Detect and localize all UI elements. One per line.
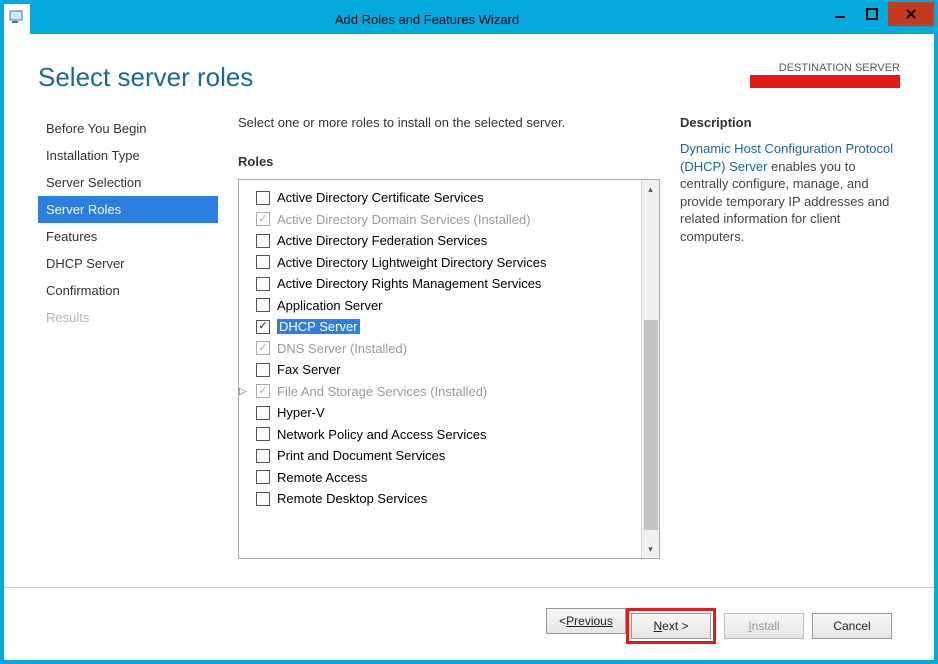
nav-features[interactable]: Features (38, 223, 218, 250)
wizard-content: Select server roles DESTINATION SERVER B… (4, 34, 934, 660)
checkbox-icon[interactable] (256, 492, 270, 506)
role-item-hyper-v[interactable]: Hyper-V (253, 403, 637, 422)
instruction-text: Select one or more roles to install on t… (238, 115, 660, 130)
role-item-remote-desktop-services[interactable]: Remote Desktop Services (253, 489, 637, 508)
window-buttons (824, 4, 934, 34)
expander-icon[interactable]: ▷ (239, 386, 247, 397)
app-icon-slot (4, 4, 30, 34)
role-item-fax-server[interactable]: Fax Server (253, 360, 637, 379)
checkbox-icon (256, 384, 270, 398)
checkbox-icon[interactable] (256, 320, 270, 334)
role-item-ad-domain-services: Active Directory Domain Services (Instal… (253, 210, 637, 229)
next-button-highlight: Next > (626, 608, 716, 644)
maximize-button[interactable] (856, 2, 888, 26)
role-item-dhcp-server[interactable]: DHCP Server (253, 317, 637, 336)
minimize-button[interactable] (824, 2, 856, 26)
checkbox-icon[interactable] (256, 191, 270, 205)
checkbox-icon[interactable] (256, 277, 270, 291)
nav-dhcp-server[interactable]: DHCP Server (38, 250, 218, 277)
description-heading: Description (680, 115, 900, 130)
checkbox-icon[interactable] (256, 406, 270, 420)
close-button[interactable] (888, 2, 934, 26)
wizard-window: Add Roles and Features Wizard Select ser… (0, 0, 938, 664)
checkbox-icon[interactable] (256, 234, 270, 248)
checkbox-icon[interactable] (256, 427, 270, 441)
description-column: Description Dynamic Host Configuration P… (680, 115, 900, 587)
checkbox-icon[interactable] (256, 298, 270, 312)
destination-server-label: DESTINATION SERVER (750, 62, 900, 74)
nav-before-you-begin[interactable]: Before You Begin (38, 115, 218, 142)
previous-button[interactable]: < Previous (546, 608, 626, 634)
role-item-ad-certificate-services[interactable]: Active Directory Certificate Services (253, 188, 637, 207)
checkbox-icon[interactable] (256, 363, 270, 377)
footer-separator (4, 587, 934, 588)
scrollbar[interactable]: ▴ ▾ (641, 180, 659, 558)
scroll-thumb[interactable] (644, 320, 658, 530)
role-item-ad-rights-management[interactable]: Active Directory Rights Management Servi… (253, 274, 637, 293)
destination-server-name-redacted (750, 75, 900, 88)
role-item-ad-lightweight-directory[interactable]: Active Directory Lightweight Directory S… (253, 253, 637, 272)
description-body: Dynamic Host Configuration Protocol (DHC… (680, 140, 900, 245)
window-title: Add Roles and Features Wizard (30, 12, 824, 27)
next-button[interactable]: Next > (631, 613, 711, 639)
checkbox-icon[interactable] (256, 449, 270, 463)
roles-column: Select one or more roles to install on t… (238, 115, 660, 587)
nav-server-selection[interactable]: Server Selection (38, 169, 218, 196)
role-item-remote-access[interactable]: Remote Access (253, 468, 637, 487)
nav-results: Results (38, 304, 218, 331)
page-title: Select server roles (38, 62, 253, 93)
role-item-print-document-services[interactable]: Print and Document Services (253, 446, 637, 465)
checkbox-icon (256, 212, 270, 226)
nav-button-group: < Previous Next > (546, 608, 716, 644)
roles-listbox: Active Directory Certificate Services Ac… (238, 179, 660, 559)
roles-heading: Roles (238, 154, 660, 169)
cancel-button[interactable]: Cancel (812, 613, 892, 639)
destination-server-block: DESTINATION SERVER (750, 62, 900, 88)
role-item-application-server[interactable]: Application Server (253, 296, 637, 315)
nav-installation-type[interactable]: Installation Type (38, 142, 218, 169)
role-item-network-policy-access[interactable]: Network Policy and Access Services (253, 425, 637, 444)
server-manager-icon (9, 9, 25, 30)
checkbox-icon (256, 341, 270, 355)
role-item-file-storage-services[interactable]: ▷File And Storage Services (Installed) (253, 382, 637, 401)
scroll-up-icon[interactable]: ▴ (642, 180, 659, 198)
wizard-footer: < Previous Next > Install Cancel (38, 598, 900, 654)
checkbox-icon[interactable] (256, 470, 270, 484)
nav-server-roles[interactable]: Server Roles (38, 196, 218, 223)
role-item-ad-federation-services[interactable]: Active Directory Federation Services (253, 231, 637, 250)
install-button: Install (724, 613, 804, 639)
role-item-dns-server: DNS Server (Installed) (253, 339, 637, 358)
titlebar: Add Roles and Features Wizard (4, 4, 934, 34)
nav-confirmation[interactable]: Confirmation (38, 277, 218, 304)
roles-list[interactable]: Active Directory Certificate Services Ac… (239, 180, 641, 558)
wizard-nav: Before You Begin Installation Type Serve… (38, 115, 218, 587)
checkbox-icon[interactable] (256, 255, 270, 269)
scroll-down-icon[interactable]: ▾ (642, 540, 659, 558)
